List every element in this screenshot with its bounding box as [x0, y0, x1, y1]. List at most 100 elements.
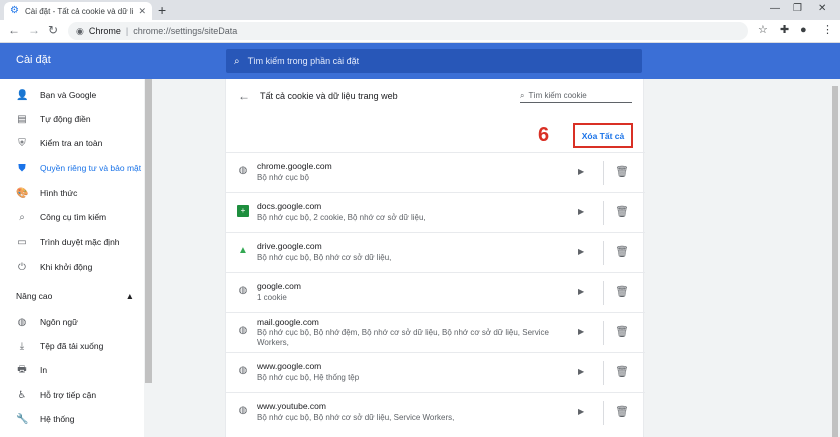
- trash-icon[interactable]: 🗑: [615, 365, 629, 378]
- chevron-right-icon[interactable]: ▶: [578, 247, 584, 256]
- divider: [603, 281, 604, 305]
- site-description: Bộ nhớ cục bộ, Bộ nhớ cơ sở dữ liệu,: [257, 253, 392, 262]
- sidebar-item-you-and-google[interactable]: 👤 Bạn và Google: [0, 85, 144, 105]
- plus-icon[interactable]: +: [158, 3, 166, 17]
- sidebar-item-printing[interactable]: 🖶 In: [0, 360, 144, 380]
- trash-icon[interactable]: 🗑: [615, 285, 629, 298]
- site-domain: www.youtube.com: [257, 401, 326, 411]
- site-row[interactable]: ◍ www.youtube.com Bộ nhớ cục bộ, Bộ nhớ …: [226, 392, 645, 432]
- site-domain: drive.google.com: [257, 241, 322, 251]
- chevron-right-icon[interactable]: ▶: [578, 207, 584, 216]
- sidebar-item-downloads[interactable]: ⤓ Tệp đã tải xuống: [0, 336, 144, 356]
- trash-icon[interactable]: 🗑: [615, 205, 629, 218]
- docs-icon: +: [237, 205, 249, 217]
- close-window-icon[interactable]: ✕: [818, 3, 826, 14]
- page-title: Tất cả cookie và dữ liệu trang web: [260, 91, 398, 101]
- sidebar-item-default-browser[interactable]: ▭ Trình duyệt mặc định: [0, 232, 144, 252]
- sidebar-item-accessibility[interactable]: ♿ Hỗ trợ tiếp cận: [0, 385, 144, 405]
- app-name: Cài đặt: [16, 54, 51, 66]
- site-description: Bộ nhớ cục bộ, Bộ nhớ đệm, Bộ nhớ cơ sở …: [257, 328, 549, 347]
- search-icon: ⌕: [520, 90, 525, 100]
- globe-icon: ◍: [238, 365, 248, 376]
- sidebar-item-label: Tệp đã tải xuống: [40, 341, 104, 351]
- menu-icon[interactable]: ⋮: [822, 24, 833, 36]
- site-row[interactable]: + docs.google.com Bộ nhớ cục bộ, 2 cooki…: [226, 192, 645, 232]
- site-row[interactable]: ◍ mail.google.com Bộ nhớ cục bộ, Bộ nhớ …: [226, 312, 645, 352]
- printer-icon: 🖶: [17, 363, 27, 375]
- sidebar-item-on-startup[interactable]: ⏻ Khi khởi động: [0, 257, 144, 277]
- back-icon[interactable]: ←: [8, 23, 20, 37]
- sidebar-item-safety-check[interactable]: ⛨ Kiểm tra an toàn: [0, 133, 144, 153]
- sidebar-item-label: Khi khởi động: [40, 262, 93, 272]
- extensions-icon[interactable]: ✚: [780, 24, 789, 36]
- sidebar-item-appearance[interactable]: 🎨 Hình thức: [0, 183, 144, 203]
- shield-icon: ⛊: [18, 162, 26, 174]
- browser-tab[interactable]: ⚙ Cài đặt - Tất cả cookie và dữ liệu... …: [4, 2, 152, 20]
- shield-check-icon: ⛨: [18, 137, 26, 149]
- sidebar-item-label: Công cụ tìm kiếm: [40, 212, 107, 222]
- site-description: Bộ nhớ cục bộ: [257, 173, 309, 182]
- trash-icon[interactable]: 🗑: [615, 325, 629, 338]
- divider: [603, 361, 604, 385]
- settings-gear-icon: ⚙: [10, 5, 19, 16]
- sidebar-item-privacy[interactable]: ⛊ Quyền riêng tư và bảo mật: [0, 158, 144, 178]
- globe-icon: ◍: [238, 285, 248, 296]
- download-icon: ⤓: [19, 340, 25, 352]
- site-description: Bộ nhớ cục bộ, Hệ thống tệp: [257, 373, 360, 382]
- star-icon[interactable]: ☆: [758, 24, 768, 36]
- address-bar[interactable]: ◉ Chrome | chrome://settings/siteData: [68, 22, 748, 40]
- chevron-right-icon[interactable]: ▶: [578, 327, 584, 336]
- trash-icon[interactable]: 🗑: [615, 405, 629, 418]
- site-row[interactable]: ◍ google.com 1 cookie ▶ 🗑: [226, 272, 645, 312]
- sidebar-item-label: Ngôn ngữ: [40, 317, 78, 327]
- site-domain: docs.google.com: [257, 201, 322, 211]
- drive-icon: ▲: [238, 245, 248, 256]
- reload-icon[interactable]: ↻: [48, 23, 58, 37]
- site-domain: google.com: [257, 281, 301, 291]
- site-domain: chrome.google.com: [257, 161, 332, 171]
- settings-search-input[interactable]: ⌕ Tìm kiếm trong phần cài đặt: [226, 49, 642, 73]
- site-row[interactable]: ▲ drive.google.com Bộ nhớ cục bộ, Bộ nhớ…: [226, 232, 645, 272]
- back-arrow-icon[interactable]: ←: [238, 89, 250, 103]
- sidebar-item-languages[interactable]: ◍ Ngôn ngữ: [0, 312, 144, 332]
- site-domain: www.google.com: [257, 361, 322, 371]
- chevron-right-icon[interactable]: ▶: [578, 367, 584, 376]
- site-row[interactable]: ◍ chrome.google.com Bộ nhớ cục bộ ▶ 🗑: [226, 152, 645, 192]
- sidebar-item-label: In: [40, 365, 48, 375]
- sidebar-item-autofill[interactable]: ▤ Tự động điền: [0, 109, 144, 129]
- sidebar-item-system[interactable]: 🔧 Hệ thống: [0, 409, 144, 429]
- sidebar-scrollbar[interactable]: [145, 79, 152, 383]
- chevron-right-icon[interactable]: ▶: [578, 167, 584, 176]
- divider: [603, 401, 604, 425]
- page-scrollbar[interactable]: [832, 86, 838, 437]
- delete-all-button[interactable]: Xóa Tất cả: [573, 123, 633, 148]
- close-icon[interactable]: ✕: [138, 6, 146, 17]
- trash-icon[interactable]: 🗑: [615, 245, 629, 258]
- cookie-search-input[interactable]: ⌕ Tìm kiếm cookie: [520, 89, 632, 103]
- advanced-label: Nâng cao: [16, 291, 53, 301]
- chevron-right-icon[interactable]: ▶: [578, 287, 584, 296]
- site-row[interactable]: ◍ www.google.com Bộ nhớ cục bộ, Hệ thống…: [226, 352, 645, 392]
- cookie-data-card: ← Tất cả cookie và dữ liệu trang web ⌕ T…: [225, 79, 645, 437]
- sidebar-item-label: Kiểm tra an toàn: [40, 138, 103, 148]
- forward-icon[interactable]: →: [28, 23, 40, 37]
- sidebar: 👤 Bạn và Google ▤ Tự động điền ⛨ Kiểm tr…: [0, 79, 144, 437]
- advanced-section-toggle[interactable]: Nâng cao ▲: [16, 291, 134, 301]
- cookie-search-placeholder: Tìm kiếm cookie: [528, 91, 587, 100]
- chevron-up-icon: ▲: [125, 291, 134, 301]
- site-description: 1 cookie: [257, 293, 287, 302]
- chrome-icon: ◉: [76, 25, 84, 36]
- chevron-right-icon[interactable]: ▶: [578, 407, 584, 416]
- sidebar-item-search-engine[interactable]: ⌕ Công cụ tìm kiếm: [0, 207, 144, 227]
- restore-icon[interactable]: ❐: [793, 3, 802, 14]
- profile-icon[interactable]: ●: [800, 24, 807, 36]
- site-domain: mail.google.com: [257, 317, 319, 327]
- trash-icon[interactable]: 🗑: [615, 165, 629, 178]
- minimize-icon[interactable]: —: [770, 3, 780, 14]
- accessibility-icon: ♿: [17, 389, 27, 401]
- divider: [603, 161, 604, 185]
- site-description: Bộ nhớ cục bộ, 2 cookie, Bộ nhớ cơ sở dữ…: [257, 213, 426, 222]
- tab-strip: ⚙ Cài đặt - Tất cả cookie và dữ liệu... …: [0, 0, 840, 20]
- site-description: Bộ nhớ cục bộ, Bộ nhớ cơ sở dữ liệu, Ser…: [257, 413, 455, 422]
- clipboard-icon: ▤: [17, 113, 27, 125]
